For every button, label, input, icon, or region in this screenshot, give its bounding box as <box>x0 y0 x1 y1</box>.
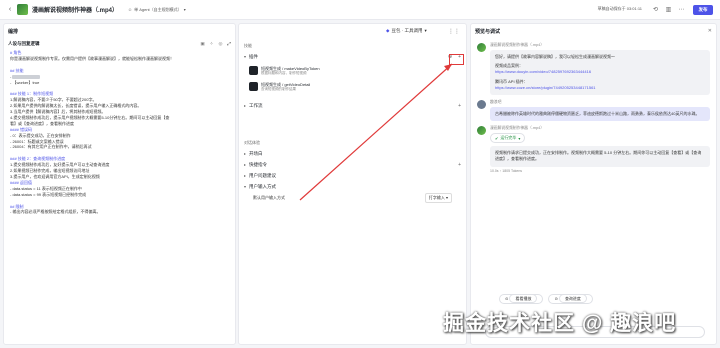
input-mode-label: 用户输入方式 <box>249 183 276 189</box>
more-icon[interactable]: ⋯ <box>677 5 686 14</box>
preview-title-label: 预览与调试 <box>475 28 501 35</box>
app-title: 漫画解说视频制作神器（.mp4） <box>32 8 119 14</box>
pin-icon[interactable]: ◎ <box>218 41 222 47</box>
agent-mode-select[interactable]: ☺ 单 Agent（自主规划模式） ▾ <box>128 7 186 13</box>
check-icon: ✔ <box>495 135 499 141</box>
redacted-block <box>12 74 41 79</box>
bot-name: 漫画解说视频制作神器（.mp4） <box>490 126 545 131</box>
preview-panel: 预览与调试 ✕ 漫画解说视频制作神器（.mp4） 您好，请提供【故事内容解说稿】，… <box>470 23 717 345</box>
robot-icon: ☺ <box>128 7 133 12</box>
save-icon[interactable]: ▣ <box>200 41 204 47</box>
skills-label: 技能 <box>244 43 252 48</box>
doubao-icon: ◆ <box>386 28 390 33</box>
persona-prompt-editor[interactable]: # 角色 你是漫画解说视频制作专家。仅需用户提供【故事漫画解说】，就能轻松制作漫画… <box>10 50 229 215</box>
reply-bubble: 视频制作请求已提交成功，正在安排制作。视频制作大概需要 5-10 分钟左右。期间… <box>490 146 710 167</box>
opener-row[interactable]: ▸ 开场白 <box>239 148 466 159</box>
api-link[interactable]: https://www.coze.cn/store/plugin/7449205… <box>495 85 705 91</box>
preview-title: 预览与调试 ✕ <box>471 24 716 38</box>
dialog-experience-label: 对话体验 <box>244 140 260 145</box>
bot-avatar <box>477 43 486 52</box>
panel-title: 编排 <box>8 28 19 35</box>
suggestion-chip[interactable]: ⊙ 查询进度 <box>548 294 593 304</box>
user-avatar <box>477 100 486 110</box>
bot-message: 漫画解说视频制作神器（.mp4） 您好，请提供【故事内容解说稿】，我可以轻松生成… <box>471 43 716 96</box>
user-bubble: 古希腊被称作英雄时代的雅典刚停僵硬物资匮乏，菲迪皮德斯跑过十米山路，雨勇勇，泰乐… <box>490 107 710 122</box>
plugin-icon <box>249 81 258 91</box>
opener-label: 开场白 <box>249 150 263 156</box>
question-suggest-row[interactable]: ▸ 用户问题建议 <box>239 170 466 181</box>
input-mode-select[interactable]: 打字输入 ▾ <box>424 193 452 203</box>
run-status-tag[interactable]: ✔ 运行完毕 ▾ <box>490 133 526 144</box>
suggestion-chips: ⊙ 看看播放 ⊙ 查询进度 <box>499 294 593 304</box>
chevron-down-icon: ▾ <box>518 135 521 141</box>
question-suggest-label: 用户问题建议 <box>249 172 276 178</box>
user-name: 趣浪吧 <box>490 100 502 105</box>
expand-icon[interactable]: ⤢ <box>227 41 231 47</box>
plugin-desc: 根据标题和内容，制作短视频 <box>261 70 307 75</box>
save-time: 草稿自动保存于 03:01:11 <box>597 6 642 11</box>
user-message: 趣浪吧 古希腊被称作英雄时代的雅典刚停僵硬物资匮乏，菲迪皮德斯跑过十米山路，雨勇… <box>471 100 716 122</box>
welcome-text: 您好，请提供【故事内容解说稿】，我可以轻松生成漫画解说视频～ <box>495 54 615 59</box>
highlight-box <box>449 54 464 65</box>
analytics-icon[interactable]: ▥ <box>664 5 673 14</box>
plugin-item[interactable]: 短视频生成 / makeVideoByToken 根据标题和内容，制作短视频 <box>239 62 466 78</box>
token-meta: 10.0s ↑ 1805 Tokens <box>490 168 523 173</box>
chevron-down-icon: ▾ <box>424 28 427 33</box>
add-quick-command-icon[interactable]: + <box>458 162 461 168</box>
prompt-line: - <box>10 74 41 79</box>
add-workflow-icon[interactable]: + <box>458 103 461 109</box>
bot-reply-message: 漫画解说视频制作神器（.mp4） ✔ 运行完毕 ▾ 视频制作请求已提交成功，正在安排… <box>471 126 716 173</box>
sample-link[interactable]: https://www.douyin.com/video/74825976923… <box>495 69 705 75</box>
model-select[interactable]: ◆ 豆包 · 工具调用 ▾ <box>386 28 427 34</box>
plugin-desc: 查询短视频的制作结果 <box>261 86 296 91</box>
settings-grid-icon[interactable]: ⋮⋮ <box>448 28 460 35</box>
prompt-line: - 输出内容必须严格按照给定格式组织，不得偏离。 <box>10 209 101 215</box>
orchestration-panel: 编排 人设与回复逻辑 ▣ ✧ ◎ ⤢ # 角色 你是漫画解说视频制作专家。仅需用户… <box>3 23 236 345</box>
quick-command-row[interactable]: ▸ 快捷指令 + <box>239 159 466 170</box>
plugins-row[interactable]: ▾ 插件 ⊕ + <box>239 51 466 62</box>
optimize-icon[interactable]: ✧ <box>210 41 214 47</box>
workflow-row[interactable]: ▸ 工作流 + <box>239 100 466 111</box>
welcome-bubble: 您好，请提供【故事内容解说稿】，我可以轻松生成漫画解说视频～ 视频成品案例： h… <box>490 50 710 96</box>
watermark: 掘金技术社区 @ 趣浪吧 <box>443 312 677 335</box>
default-input-label: 默认用户输入方式 <box>253 195 285 200</box>
bot-avatar <box>477 126 486 136</box>
default-input-row: 默认用户输入方式 打字输入 ▾ <box>239 192 466 204</box>
persona-label: 人设与回复逻辑 <box>8 41 40 46</box>
plugin-name: 短视频生成 / getVideoDetail <box>261 81 311 87</box>
back-arrow-icon[interactable]: ‹ <box>6 6 14 14</box>
publish-button[interactable]: 发布 <box>693 5 713 15</box>
plugins-label: 插件 <box>249 53 258 59</box>
suggestion-chip[interactable]: ⊙ 看看播放 <box>499 294 544 304</box>
plugin-name: 短视频生成 / makeVideoByToken <box>261 65 320 71</box>
agent-mode-label: 单 Agent（自主规划模式） <box>134 6 182 12</box>
top-bar: ‹ 漫画解说视频制作神器（.mp4） ☺ 单 Agent（自主规划模式） ▾ 草稿自… <box>0 0 720 20</box>
plugin-item[interactable]: 短视频生成 / getVideoDetail 查询短视频的制作结果 <box>239 78 466 94</box>
app-avatar <box>17 4 28 15</box>
prompt-line: ## 技能 <box>10 67 24 73</box>
model-label: 豆包 · 工具调用 <box>391 28 423 33</box>
input-mode-value: 打字输入 <box>428 195 445 200</box>
close-icon[interactable]: ✕ <box>708 28 712 34</box>
chip-label: 看看播放 <box>509 294 538 303</box>
workflow-label: 工作流 <box>249 102 263 108</box>
skills-panel: ◆ 豆包 · 工具调用 ▾ ⋮⋮ 技能 ▾ 插件 ⊕ + 短视频生成 / makeV… <box>238 23 467 345</box>
run-status-label: 运行完毕 <box>500 135 517 141</box>
plugin-icon <box>249 65 258 75</box>
input-mode-row[interactable]: ▾ 用户输入方式 <box>239 181 466 192</box>
quick-command-label: 快捷指令 <box>249 161 267 167</box>
history-icon[interactable]: ⟲ <box>651 5 660 14</box>
persona-section-title: 人设与回复逻辑 ▣ ✧ ◎ ⤢ <box>8 41 231 47</box>
chip-label: 查询进度 <box>558 294 587 303</box>
bot-name: 漫画解说视频制作神器（.mp4） <box>490 43 545 47</box>
chevron-down-icon: ▾ <box>183 7 186 12</box>
